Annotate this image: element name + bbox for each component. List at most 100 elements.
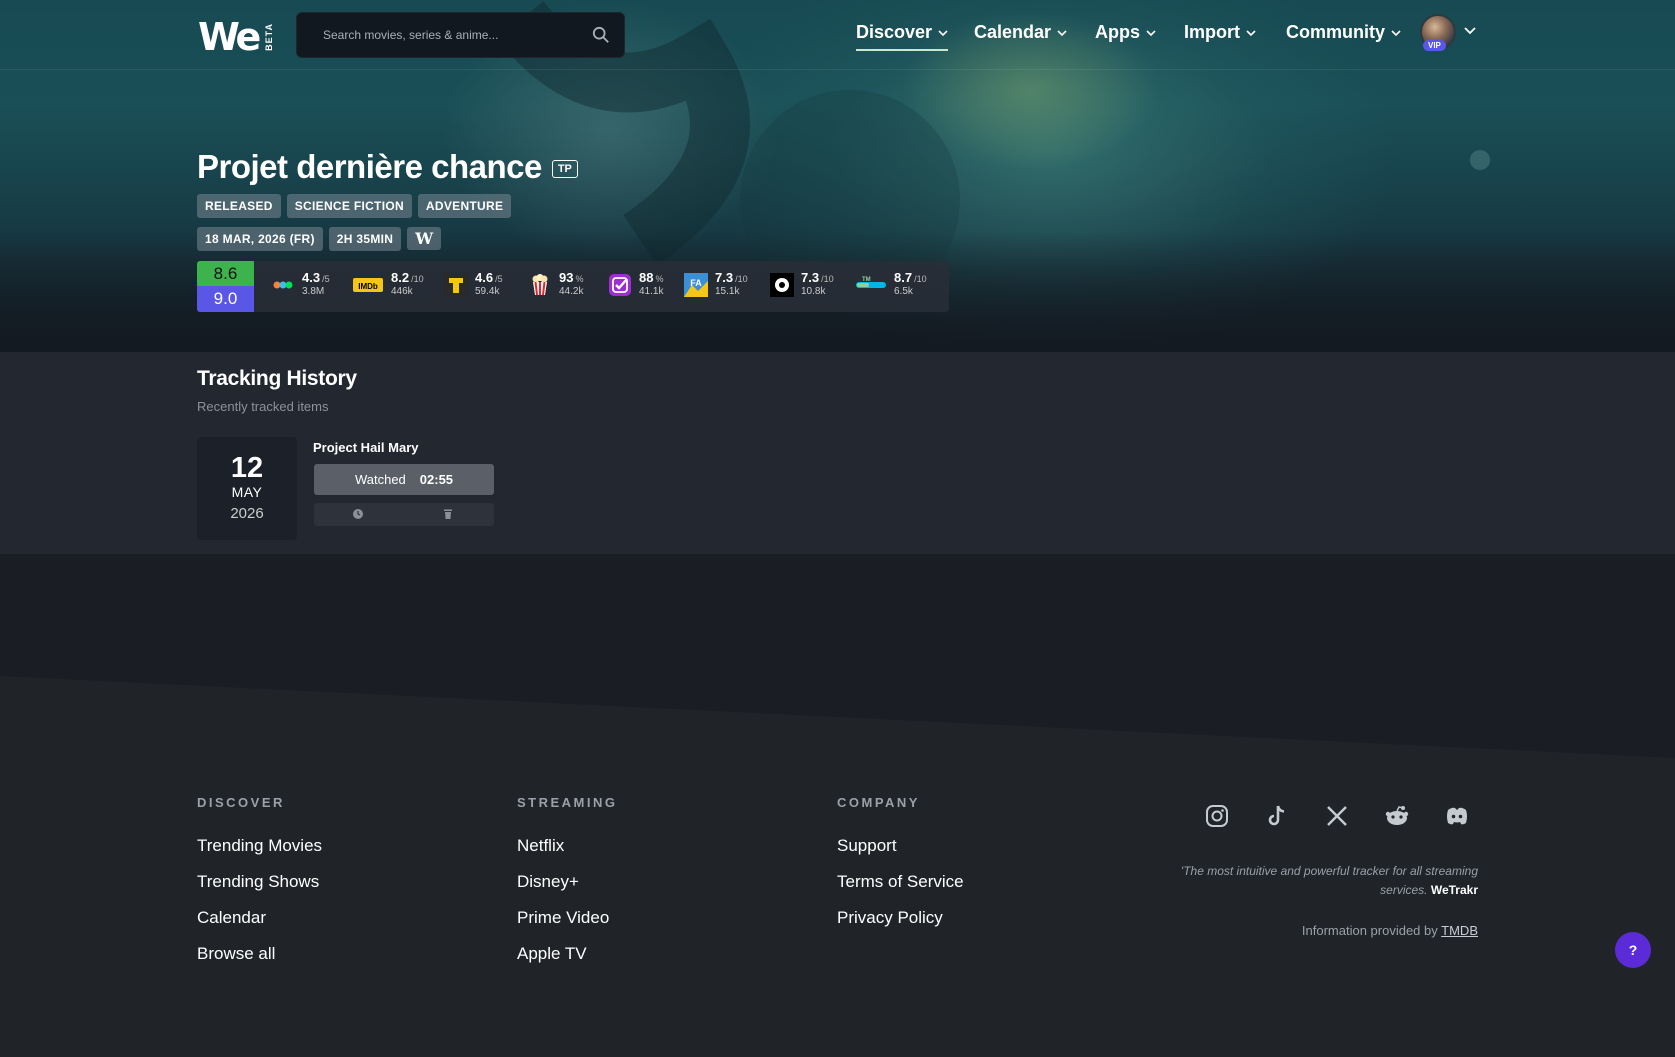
- rating-count: 446k: [391, 286, 413, 297]
- footer-link[interactable]: Browse all: [197, 944, 275, 964]
- tmdb-attribution: Information provided by TMDB: [1170, 923, 1478, 938]
- section-subtitle: Recently tracked items: [197, 399, 329, 414]
- reddit-icon[interactable]: [1384, 803, 1410, 829]
- rating-count: 44.2k: [559, 286, 584, 297]
- footer-link[interactable]: Trending Movies: [197, 836, 322, 856]
- rating-imdb[interactable]: IMDb 8.2/10 446k: [352, 271, 424, 298]
- rating-value: 7.3: [715, 270, 734, 285]
- rating-count: 3.8M: [302, 286, 325, 297]
- chevron-down-icon: [1391, 29, 1401, 36]
- svg-text:TM: TM: [862, 277, 871, 283]
- genre-tag[interactable]: ADVENTURE: [417, 194, 512, 218]
- rating-value: 8.7: [894, 270, 913, 285]
- vip-badge: VIP: [1423, 40, 1446, 51]
- tracked-date: 12 MAY 2026: [197, 437, 297, 540]
- rating-value: 8.2: [391, 270, 410, 285]
- tracked-year: 2026: [230, 505, 264, 522]
- tracked-day: 12: [230, 452, 264, 484]
- search-input[interactable]: [323, 28, 592, 42]
- footer-tagline: 'The most intuitive and powerful tracker…: [1140, 862, 1478, 900]
- rating-trakt[interactable]: 4.6/5 59.4k: [444, 271, 503, 298]
- wikipedia-icon[interactable]: W: [407, 227, 442, 250]
- title-row: Projet dernière chance TP: [197, 148, 578, 186]
- rating-value: 93: [559, 270, 574, 285]
- footer-link[interactable]: Disney+: [517, 872, 579, 892]
- rating-checkmark[interactable]: 88% 41.1k: [608, 271, 663, 298]
- rating-scale: /10: [914, 274, 927, 284]
- footer-link[interactable]: Prime Video: [517, 908, 609, 928]
- x-icon[interactable]: [1324, 803, 1350, 829]
- rating-count: 41.1k: [639, 286, 664, 297]
- menu-community[interactable]: Community: [1286, 22, 1401, 43]
- genre-tag[interactable]: SCIENCE FICTION: [286, 194, 412, 218]
- menu-label: Import: [1184, 22, 1240, 42]
- footer-heading: COMPANY: [837, 795, 920, 810]
- runtime-tag: 2H 35MIN: [328, 227, 402, 251]
- tmdb-icon: TM: [856, 277, 886, 288]
- chevron-down-icon: [1057, 29, 1067, 36]
- user-avatar-button[interactable]: VIP: [1420, 14, 1458, 52]
- svg-text:FA: FA: [690, 278, 702, 288]
- footer-link[interactable]: Netflix: [517, 836, 564, 856]
- discord-icon[interactable]: [1444, 803, 1470, 829]
- rating-filmaffinity[interactable]: FA 7.3/10 15.1k: [684, 271, 748, 298]
- watched-label: Watched: [354, 472, 406, 487]
- tp-badge: TP: [551, 160, 578, 178]
- rating-count: 10.8k: [801, 286, 826, 297]
- tmdb-link[interactable]: TMDB: [1441, 923, 1478, 938]
- rating-value: 4.6: [475, 270, 494, 285]
- rating-tmdb[interactable]: TM 8.7/10 6.5k: [855, 271, 927, 298]
- chevron-down-icon: [1146, 29, 1156, 36]
- trakt-t-icon: [444, 272, 468, 297]
- footer-link[interactable]: Trending Shows: [197, 872, 319, 892]
- chevron-down-icon[interactable]: [1464, 26, 1476, 36]
- tracked-month: MAY: [231, 484, 263, 500]
- imdb-icon: IMDb: [353, 277, 383, 292]
- chevron-down-icon: [938, 29, 948, 36]
- logo[interactable]: We BETA: [198, 18, 274, 56]
- top-navbar: We BETA Discover Calendar Apps Import Co…: [0, 0, 1675, 70]
- menu-label: Discover: [856, 22, 933, 42]
- instagram-icon[interactable]: [1204, 803, 1230, 829]
- aggregate-score: 8.6 9.0: [197, 261, 254, 312]
- footer-link[interactable]: Apple TV: [517, 944, 587, 964]
- clock-icon[interactable]: [352, 508, 364, 520]
- rating-scale: /10: [821, 274, 834, 284]
- menu-calendar[interactable]: Calendar: [974, 22, 1067, 43]
- rating-popcorn[interactable]: 93% 44.2k: [528, 271, 583, 298]
- rating-mubi[interactable]: 7.3/10 10.8k: [770, 271, 834, 298]
- watched-status[interactable]: Watched 02:55: [314, 464, 494, 495]
- search-icon[interactable]: [592, 26, 610, 44]
- footer-link[interactable]: Support: [837, 836, 897, 856]
- tagline-brand: WeTrakr: [1430, 883, 1478, 897]
- checkmark-icon: [609, 273, 631, 296]
- popcorn-icon: [532, 273, 548, 295]
- menu-label: Community: [1286, 22, 1385, 42]
- rating-scale: /5: [322, 274, 330, 284]
- tracked-actions: [314, 503, 494, 526]
- status-tag[interactable]: RELEASED: [197, 194, 281, 218]
- footer-link[interactable]: Privacy Policy: [837, 908, 943, 928]
- footer-heading: STREAMING: [517, 795, 618, 810]
- mubi-icon: [770, 272, 794, 297]
- menu-apps[interactable]: Apps: [1095, 22, 1156, 43]
- menu-label: Apps: [1095, 22, 1140, 42]
- rating-scale: /10: [735, 274, 748, 284]
- footer-link[interactable]: Terms of Service: [837, 872, 964, 892]
- rating-letterboxd[interactable]: 4.3/5 3.8M: [271, 271, 330, 298]
- page-title: Projet dernière chance: [197, 148, 542, 185]
- beta-badge: BETA: [264, 23, 275, 51]
- footer-link[interactable]: Calendar: [197, 908, 266, 928]
- attribution-text: Information provided by: [1301, 923, 1438, 938]
- rating-scale: /5: [495, 274, 503, 284]
- watched-time: 02:55: [419, 472, 454, 487]
- menu-import[interactable]: Import: [1184, 22, 1256, 43]
- genre-tags: RELEASED SCIENCE FICTION ADVENTURE: [197, 194, 512, 218]
- rating-scale: %: [575, 274, 584, 284]
- menu-discover[interactable]: Discover: [856, 22, 949, 51]
- trash-icon[interactable]: [442, 508, 454, 520]
- tiktok-icon[interactable]: [1264, 803, 1290, 829]
- rating-count: 59.4k: [475, 286, 500, 297]
- tracked-item-title[interactable]: Project Hail Mary: [313, 440, 419, 455]
- help-button[interactable]: ?: [1615, 932, 1651, 968]
